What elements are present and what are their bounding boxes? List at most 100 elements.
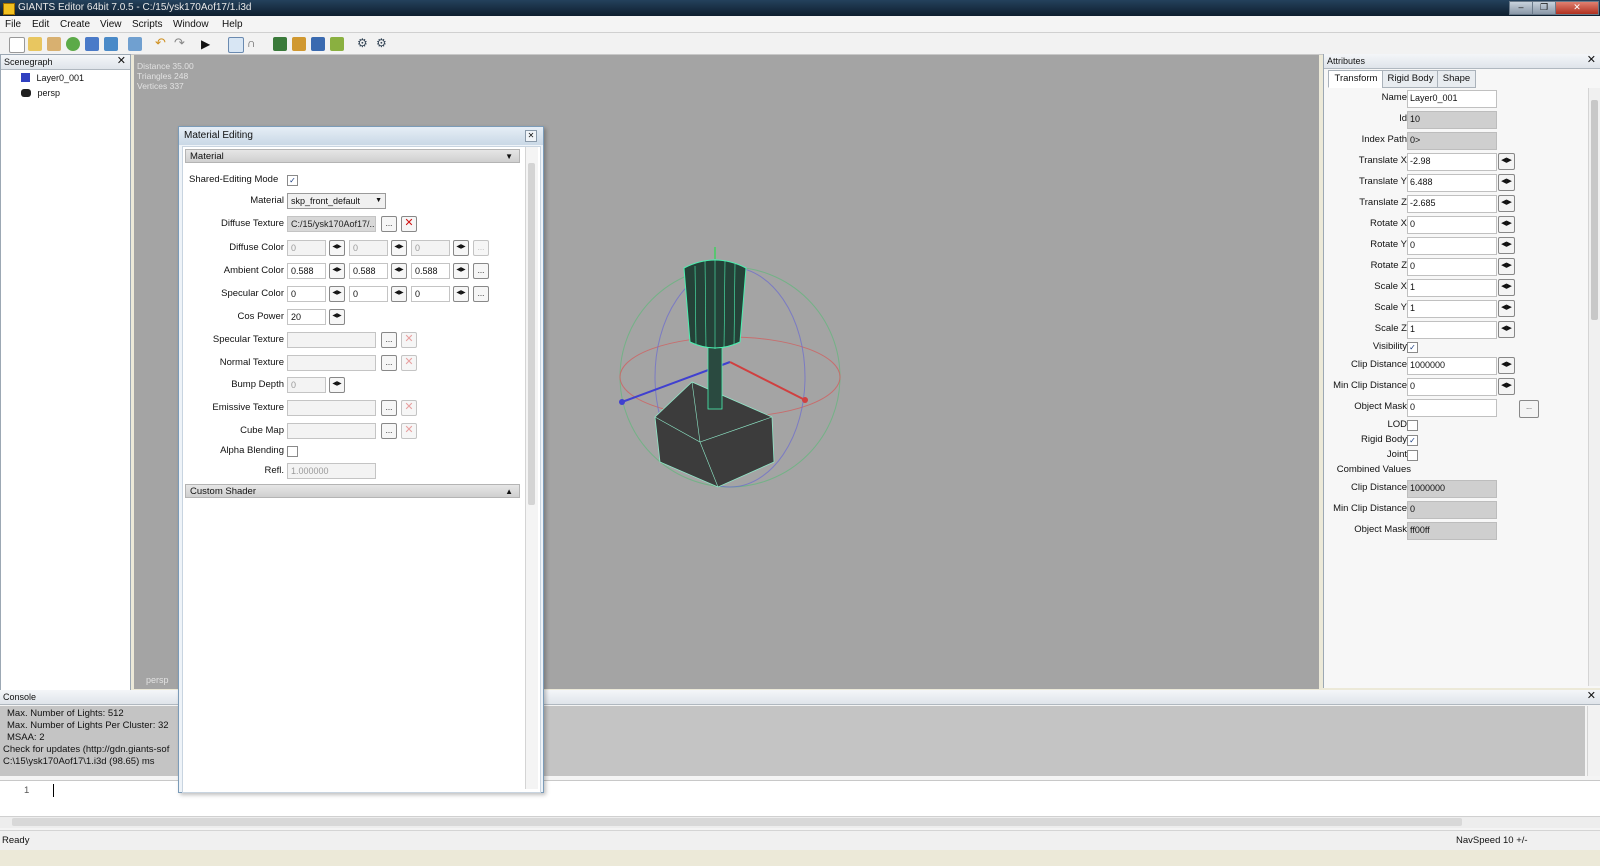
emissive-texture-field[interactable] (287, 400, 376, 416)
ambient-color-b-spinner[interactable]: ◀▶ (453, 263, 469, 279)
cube-map-field[interactable] (287, 423, 376, 439)
menu-scripts[interactable]: Scripts (132, 19, 163, 30)
translate-z-spinner[interactable]: ◀▶ (1498, 195, 1515, 212)
settings-icon[interactable]: ⚙ (357, 37, 371, 51)
foliage-tool-icon[interactable] (311, 37, 325, 51)
scale-z-field[interactable]: 1 (1407, 321, 1497, 339)
new-file-icon[interactable] (9, 37, 25, 53)
close-icon[interactable]: ✕ (117, 55, 126, 68)
diffuse-color-r-spinner[interactable]: ◀▶ (329, 240, 345, 256)
material-section-header[interactable]: Material ▼ (185, 149, 520, 163)
lod-checkbox[interactable] (1407, 420, 1418, 431)
specular-color-picker-button[interactable]: ... (473, 286, 489, 302)
open-file-icon[interactable] (28, 37, 42, 51)
ambient-color-g[interactable]: 0.588 (349, 263, 388, 279)
min-clip-distance-spinner[interactable]: ◀▶ (1498, 378, 1515, 395)
terrain-tool-icon[interactable] (273, 37, 287, 51)
menu-create[interactable]: Create (60, 19, 90, 30)
close-icon[interactable]: ✕ (525, 130, 537, 142)
cube-map-clear-button[interactable]: ✕ (401, 423, 417, 439)
rotate-x-spinner[interactable]: ◀▶ (1498, 216, 1515, 233)
maximize-button[interactable]: ❐ (1532, 1, 1556, 15)
brush-tool-icon[interactable] (330, 37, 344, 51)
save-as-icon[interactable] (104, 37, 118, 51)
menu-view[interactable]: View (100, 19, 122, 30)
redo-icon[interactable]: ↷ (174, 36, 188, 51)
material-dialog-title-bar[interactable]: Material Editing ✕ (179, 127, 543, 145)
scale-z-spinner[interactable]: ◀▶ (1498, 321, 1515, 338)
specular-texture-browse-button[interactable]: ... (381, 332, 397, 348)
select-tool-icon[interactable] (228, 37, 244, 53)
emissive-texture-browse-button[interactable]: ... (381, 400, 397, 416)
object-mask-field[interactable]: 0 (1407, 399, 1497, 417)
min-clip-distance-field[interactable]: 0 (1407, 378, 1497, 396)
undo-icon[interactable]: ↶ (155, 36, 169, 51)
scale-y-field[interactable]: 1 (1407, 300, 1497, 318)
bump-depth-field[interactable]: 0 (287, 377, 326, 393)
horizontal-scrollbar[interactable] (0, 816, 1600, 828)
diffuse-color-b[interactable]: 0 (411, 240, 450, 256)
rigid-body-checkbox[interactable]: ✓ (1407, 435, 1418, 446)
diffuse-texture-clear-button[interactable]: ✕ (401, 216, 417, 232)
scrollbar-thumb[interactable] (1591, 100, 1598, 320)
joint-checkbox[interactable] (1407, 450, 1418, 461)
normal-texture-clear-button[interactable]: ✕ (401, 355, 417, 371)
import-icon[interactable] (128, 37, 142, 51)
specular-color-g[interactable]: 0 (349, 286, 388, 302)
translate-y-spinner[interactable]: ◀▶ (1498, 174, 1515, 191)
tab-transform[interactable]: Transform (1328, 70, 1384, 88)
custom-shader-section-header[interactable]: Custom Shader ▲ (185, 484, 520, 498)
minimize-button[interactable]: – (1509, 1, 1533, 15)
refl-field[interactable]: 1.000000 (287, 463, 376, 479)
menu-help[interactable]: Help (222, 19, 243, 30)
close-icon[interactable]: ✕ (1587, 54, 1596, 67)
name-field[interactable]: Layer0_001 (1407, 90, 1497, 108)
rotate-z-spinner[interactable]: ◀▶ (1498, 258, 1515, 275)
close-window-button[interactable]: ✕ (1555, 1, 1599, 15)
material-dialog-scrollbar[interactable] (525, 147, 538, 789)
clip-distance-spinner[interactable]: ◀▶ (1498, 357, 1515, 374)
ambient-color-g-spinner[interactable]: ◀▶ (391, 263, 407, 279)
save-icon[interactable] (85, 37, 99, 51)
paint-tool-icon[interactable] (292, 37, 306, 51)
cos-power-spinner[interactable]: ◀▶ (329, 309, 345, 325)
gear-icon[interactable]: ⚙ (376, 37, 390, 51)
tree-item-layer0[interactable]: Layer0_001 (21, 73, 84, 83)
ambient-color-r[interactable]: 0.588 (287, 263, 326, 279)
ambient-color-picker-button[interactable]: ... (473, 263, 489, 279)
close-icon[interactable]: ✕ (1587, 690, 1596, 703)
scale-y-spinner[interactable]: ◀▶ (1498, 300, 1515, 317)
normal-texture-field[interactable] (287, 355, 376, 371)
diffuse-color-r[interactable]: 0 (287, 240, 326, 256)
play-icon[interactable]: ▶ (201, 37, 215, 51)
specular-texture-field[interactable] (287, 332, 376, 348)
diffuse-color-g[interactable]: 0 (349, 240, 388, 256)
cos-power-field[interactable]: 20 (287, 309, 326, 325)
refresh-icon[interactable] (66, 37, 80, 51)
translate-x-field[interactable]: -2.98 (1407, 153, 1497, 171)
scale-x-spinner[interactable]: ◀▶ (1498, 279, 1515, 296)
tab-rigid-body[interactable]: Rigid Body (1382, 70, 1439, 88)
alpha-blending-checkbox[interactable] (287, 446, 298, 457)
scrollbar-thumb[interactable] (12, 818, 1462, 826)
move-tool-icon[interactable]: ∩ (247, 37, 261, 51)
ambient-color-b[interactable]: 0.588 (411, 263, 450, 279)
specular-texture-clear-button[interactable]: ✕ (401, 332, 417, 348)
scale-x-field[interactable]: 1 (1407, 279, 1497, 297)
attributes-scrollbar[interactable] (1588, 88, 1600, 686)
tree-item-persp[interactable]: persp (21, 88, 60, 98)
normal-texture-browse-button[interactable]: ... (381, 355, 397, 371)
cube-map-browse-button[interactable]: ... (381, 423, 397, 439)
specular-color-r[interactable]: 0 (287, 286, 326, 302)
emissive-texture-clear-button[interactable]: ✕ (401, 400, 417, 416)
diffuse-color-b-spinner[interactable]: ◀▶ (453, 240, 469, 256)
diffuse-texture-browse-button[interactable]: ... (381, 216, 397, 232)
translate-x-spinner[interactable]: ◀▶ (1498, 153, 1515, 170)
menu-file[interactable]: File (5, 19, 21, 30)
menu-window[interactable]: Window (173, 19, 209, 30)
3d-model[interactable] (600, 242, 860, 512)
menu-edit[interactable]: Edit (32, 19, 49, 30)
rotate-y-field[interactable]: 0 (1407, 237, 1497, 255)
specular-color-b[interactable]: 0 (411, 286, 450, 302)
edit-icon[interactable] (47, 37, 61, 51)
